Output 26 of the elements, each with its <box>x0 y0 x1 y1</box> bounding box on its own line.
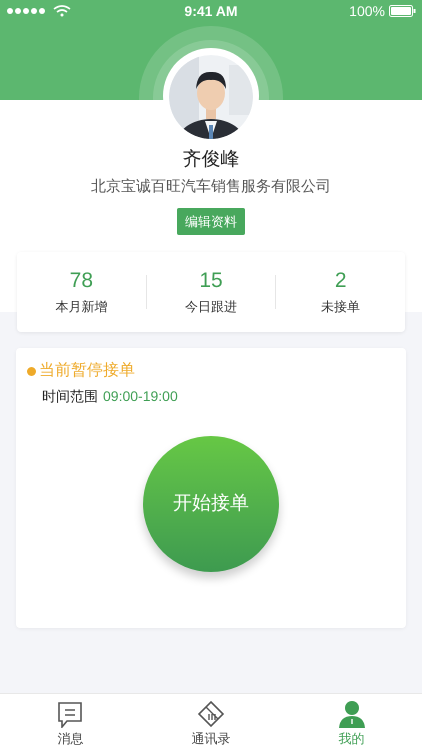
battery-percent: 100% <box>349 2 385 20</box>
stat-value: 78 <box>70 268 94 294</box>
stat-label: 本月新增 <box>55 298 108 316</box>
status-title: 当前暂停接单 <box>39 360 135 381</box>
start-accepting-button[interactable]: 开始接单 <box>143 436 279 572</box>
signal-icon <box>6 5 72 17</box>
tab-label: 消息 <box>57 731 84 747</box>
edit-profile-button[interactable]: 编辑资料 <box>177 208 245 235</box>
tab-item[interactable]: 我的 <box>281 694 422 750</box>
company-name: 北京宝诚百旺汽车销售服务有限公司 <box>91 177 331 197</box>
message-icon <box>56 700 84 728</box>
stat-value: 15 <box>199 268 223 294</box>
person-icon <box>338 700 366 728</box>
stat-value: 2 <box>334 268 347 294</box>
stat-label: 今日跟进 <box>185 298 237 316</box>
time-range-value: 09:00-19:00 <box>103 387 178 406</box>
battery-icon <box>388 5 416 17</box>
user-name: 齐俊峰 <box>182 148 240 172</box>
tab-item[interactable]: 消息 <box>0 694 141 750</box>
handshake-icon <box>197 700 225 728</box>
tab-item[interactable]: 通讯录 <box>140 694 282 750</box>
tab-label: 我的 <box>338 731 365 747</box>
time-range-label: 时间范围 <box>42 387 98 406</box>
stat-label: 未接单 <box>321 298 360 316</box>
tab-label: 通讯录 <box>192 731 230 747</box>
status-time: 9:41 AM <box>184 2 238 20</box>
